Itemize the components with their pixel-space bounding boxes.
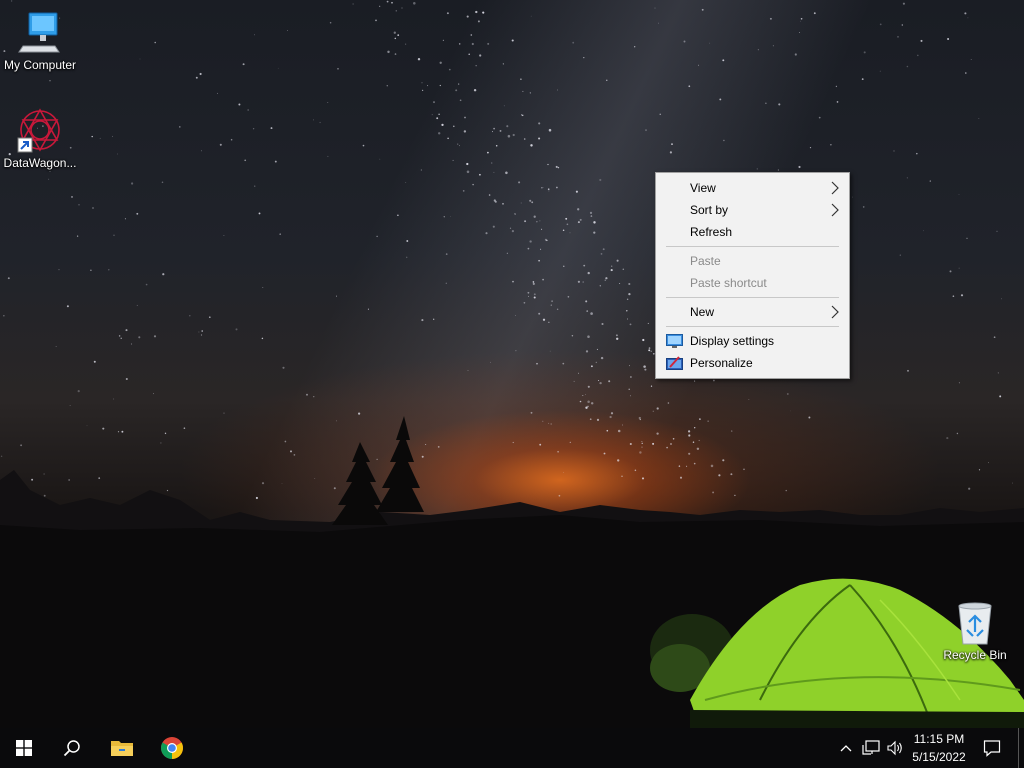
file-explorer-button[interactable] (98, 728, 146, 768)
search-button[interactable] (48, 728, 96, 768)
menu-item-refresh[interactable]: Refresh (656, 221, 849, 243)
volume-button[interactable] (884, 728, 906, 768)
desktop-context-menu: View Sort by Refresh Paste Paste shortcu… (655, 172, 850, 379)
menu-item-personalize[interactable]: Personalize (656, 352, 849, 374)
search-icon (63, 740, 80, 757)
recycle-bin-desktop-icon[interactable]: Recycle Bin (935, 600, 1015, 662)
show-desktop-divider[interactable] (1018, 728, 1019, 768)
personalize-icon (666, 356, 683, 370)
volume-icon (887, 740, 902, 756)
menu-item-label: Personalize (690, 356, 753, 370)
windows-start-icon (16, 740, 32, 756)
menu-item-label: Paste (690, 254, 721, 268)
chrome-button[interactable] (148, 728, 196, 768)
menu-item-label: Sort by (690, 203, 729, 217)
file-explorer-icon (111, 741, 133, 756)
action-center-button[interactable] (976, 728, 1008, 768)
menu-separator (666, 246, 839, 247)
display-settings-icon (666, 334, 683, 348)
menu-item-label: Refresh (690, 225, 733, 239)
menu-item-paste-shortcut: Paste shortcut (656, 272, 849, 294)
chevron-right-icon (831, 203, 839, 217)
show-hidden-icons-button[interactable] (836, 728, 856, 768)
menu-item-label: Display settings (690, 334, 775, 348)
my-computer-desktop-icon[interactable]: My Computer (0, 10, 80, 72)
desktop-icon-label: Recycle Bin (943, 648, 1007, 662)
menu-item-label: Paste shortcut (690, 276, 767, 290)
menu-item-sort-by[interactable]: Sort by (656, 199, 849, 221)
chevron-up-icon (840, 745, 852, 752)
desktop-icon-label: DataWagon... (3, 156, 77, 170)
landscape-silhouette (0, 416, 1024, 728)
menu-separator (666, 297, 839, 298)
menu-item-view[interactable]: View (656, 177, 849, 199)
chevron-right-icon (831, 305, 839, 319)
network-button[interactable] (860, 728, 882, 768)
datawagon-shortcut-icon (17, 108, 60, 153)
clock-time: 11:15 PM (913, 732, 965, 746)
menu-separator (666, 326, 839, 327)
recycle-bin-icon (958, 602, 992, 645)
menu-item-display-settings[interactable]: Display settings (656, 330, 849, 352)
taskbar-clock[interactable]: 11:15 PM 5/15/2022 (906, 730, 972, 766)
datawagon-desktop-icon[interactable]: DataWagon... (0, 106, 80, 170)
menu-item-paste: Paste (656, 250, 849, 272)
network-icon (862, 740, 880, 755)
notification-icon (983, 740, 1001, 757)
menu-item-new[interactable]: New (656, 301, 849, 323)
menu-item-label: View (690, 181, 716, 195)
desktop-icon-label: My Computer (3, 58, 77, 72)
clock-date: 5/15/2022 (912, 750, 966, 764)
desktop-background[interactable]: My Computer DataWagon... Recycle Bin Vie… (0, 0, 1024, 728)
taskbar: 11:15 PM 5/15/2022 (0, 728, 1024, 768)
chrome-icon (161, 737, 183, 759)
start-button[interactable] (0, 728, 48, 768)
menu-item-label: New (690, 305, 715, 319)
chevron-right-icon (831, 181, 839, 195)
computer-icon (18, 12, 60, 53)
